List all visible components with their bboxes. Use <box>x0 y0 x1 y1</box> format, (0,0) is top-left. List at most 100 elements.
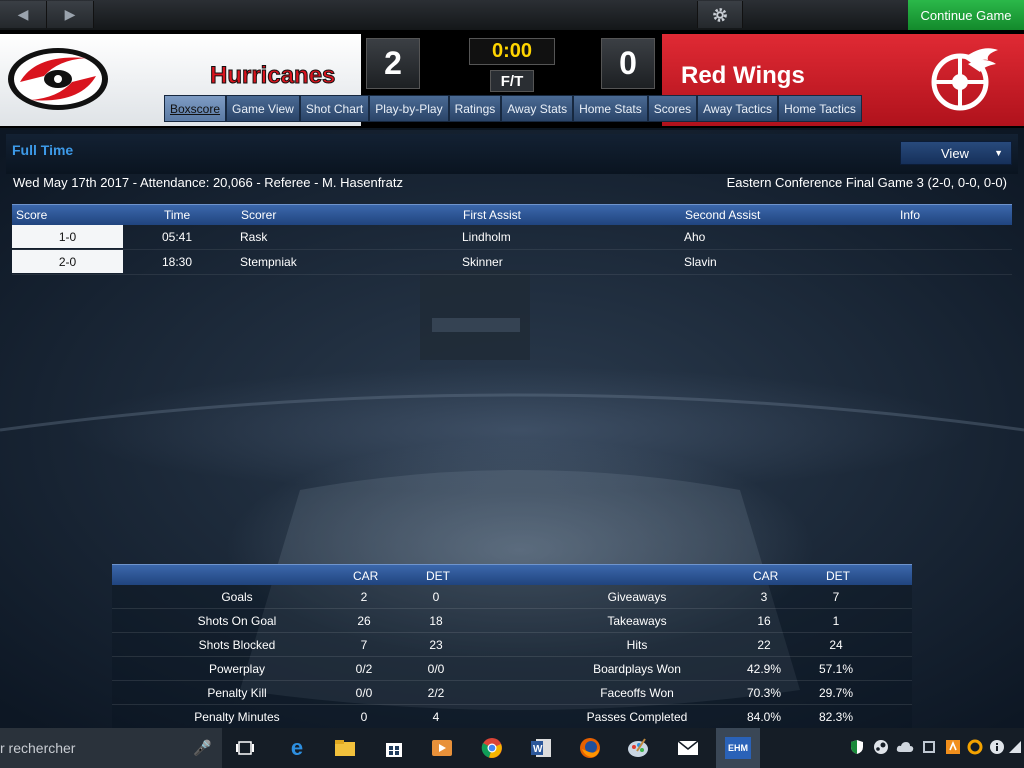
ehm-taskbar-button[interactable]: EHM <box>716 728 760 768</box>
word-label: W <box>533 744 543 755</box>
stat-label: Shots Blocked <box>198 638 276 652</box>
store-icon[interactable] <box>380 734 408 762</box>
forward-button[interactable]: ▶ <box>47 1 94 28</box>
stat-label: Penalty Minutes <box>194 710 280 724</box>
tab-scores[interactable]: Scores <box>647 95 698 122</box>
boxscore-panel: Full Time View ▼ Wed May 17th 2017 - Att… <box>0 130 1024 728</box>
stat-car: 22 <box>757 638 771 652</box>
tab-away-stats[interactable]: Away Stats <box>501 95 574 122</box>
stat-car: 3 <box>760 590 768 604</box>
network-icon[interactable] <box>1006 738 1024 756</box>
microphone-icon[interactable]: 🎤 <box>193 739 212 757</box>
goal-scorer[interactable]: Rask <box>240 230 267 244</box>
stat-det: 7 <box>832 590 840 604</box>
stat-label: Passes Completed <box>586 710 688 724</box>
view-label: View <box>941 145 969 161</box>
mail-icon[interactable] <box>674 734 702 762</box>
tab-away-tactics[interactable]: Away Tactics <box>697 95 779 122</box>
stats-col-car-right: CAR <box>753 569 779 583</box>
goal-first-assist[interactable]: Lindholm <box>462 230 511 244</box>
series-info: Eastern Conference Final Game 3 (2-0, 0-… <box>726 175 1007 190</box>
col-scorer: Scorer <box>241 208 277 222</box>
game-clock: 0:00 <box>469 38 555 65</box>
search-placeholder: r rechercher <box>0 740 76 756</box>
goal-second-assist[interactable]: Slavin <box>684 255 717 269</box>
tab-shot-chart[interactable]: Shot Chart <box>299 95 370 122</box>
stat-det: 57.1% <box>818 662 854 676</box>
app-icon-2[interactable] <box>944 738 962 756</box>
settings-button[interactable] <box>697 1 743 28</box>
media-player-icon[interactable] <box>428 734 456 762</box>
stat-car: 42.9% <box>746 662 782 676</box>
continue-game-button[interactable]: Continue Game <box>908 0 1024 30</box>
paint-icon[interactable] <box>624 734 652 762</box>
stats-row: Goals 2 0 Giveaways 3 7 <box>112 585 912 609</box>
col-first-assist: First Assist <box>463 208 522 222</box>
stat-det: 23 <box>429 638 443 652</box>
panel-title: Full Time <box>12 142 74 158</box>
ehm-icon: EHM <box>725 737 751 759</box>
stat-det: 24 <box>829 638 843 652</box>
taskbar-search[interactable]: r rechercher 🎤 <box>0 728 222 768</box>
stat-det: 18 <box>429 614 443 628</box>
view-dropdown[interactable]: View ▼ <box>900 141 1012 165</box>
home-team-name: Hurricanes <box>209 62 336 90</box>
stat-car: 26 <box>357 614 371 628</box>
steam-icon[interactable] <box>872 738 890 756</box>
shield-icon[interactable] <box>848 738 866 756</box>
stat-label: Boardplays Won <box>593 662 681 676</box>
cloud-icon[interactable] <box>896 738 914 756</box>
stats-col-car-left: CAR <box>353 569 379 583</box>
stat-car: 70.3% <box>746 686 782 700</box>
col-score: Score <box>16 208 48 222</box>
stats-header: CAR DET CAR DET <box>112 564 912 585</box>
stat-label: Penalty Kill <box>207 686 267 700</box>
stat-det: 82.3% <box>818 710 854 724</box>
table-row[interactable]: 2-0 18:30 Stempniak Skinner Slavin <box>12 250 1012 275</box>
table-row[interactable]: 1-0 05:41 Rask Lindholm Aho <box>12 225 1012 250</box>
stat-car: 0/2 <box>355 662 373 676</box>
goals-table-header: Score Time Scorer First Assist Second As… <box>12 204 1012 225</box>
task-view-icon[interactable] <box>231 734 259 762</box>
tab-home-tactics[interactable]: Home Tactics <box>778 95 862 122</box>
stat-det: 0 <box>432 590 440 604</box>
stat-label: Goals <box>221 590 253 604</box>
period-indicator: F/T <box>490 70 534 92</box>
goal-second-assist[interactable]: Aho <box>684 230 705 244</box>
forward-arrow-icon: ▶ <box>64 6 76 22</box>
chrome-icon[interactable] <box>478 734 506 762</box>
goal-time: 05:41 <box>162 230 193 244</box>
firefox-icon[interactable] <box>576 734 604 762</box>
tab-boxscore[interactable]: Boxscore <box>164 95 227 122</box>
stats-row: Penalty Minutes 0 4 Passes Completed 84.… <box>112 705 912 728</box>
word-icon[interactable]: W <box>527 734 555 762</box>
stat-car: 2 <box>360 590 368 604</box>
stats-row: Penalty Kill 0/0 2/2 Faceoffs Won 70.3% … <box>112 681 912 705</box>
chevron-down-icon: ▼ <box>994 148 1003 158</box>
col-time: Time <box>164 208 191 222</box>
goal-time: 18:30 <box>162 255 193 269</box>
goal-score: 2-0 <box>12 250 123 273</box>
game-info: Wed May 17th 2017 - Attendance: 20,066 -… <box>13 175 403 190</box>
app-icon[interactable] <box>920 738 938 756</box>
red-wings-logo <box>931 48 998 111</box>
update-icon[interactable] <box>966 738 984 756</box>
panel-header: Full Time View ▼ <box>6 134 1018 174</box>
goal-scorer[interactable]: Stempniak <box>240 255 297 269</box>
stat-det: 4 <box>432 710 440 724</box>
tab-game-view[interactable]: Game View <box>226 95 300 122</box>
info-icon[interactable] <box>988 738 1006 756</box>
back-button[interactable]: ◀ <box>0 1 47 28</box>
file-explorer-icon[interactable] <box>331 734 359 762</box>
stat-label: Shots On Goal <box>197 614 277 628</box>
col-second-assist: Second Assist <box>685 208 761 222</box>
tab-ratings[interactable]: Ratings <box>448 95 502 122</box>
tab-play-by-play[interactable]: Play-by-Play <box>369 95 449 122</box>
tab-home-stats[interactable]: Home Stats <box>573 95 648 122</box>
edge-icon[interactable]: e <box>283 734 311 762</box>
stat-label: Powerplay <box>208 662 266 676</box>
goal-first-assist[interactable]: Skinner <box>462 255 503 269</box>
stat-label: Giveaways <box>607 590 667 604</box>
match-header: Hurricanes 2 0:00 F/T 0 Red Wings Boxsco… <box>0 31 1024 128</box>
stats-row: Shots On Goal 26 18 Takeaways 16 1 <box>112 609 912 633</box>
